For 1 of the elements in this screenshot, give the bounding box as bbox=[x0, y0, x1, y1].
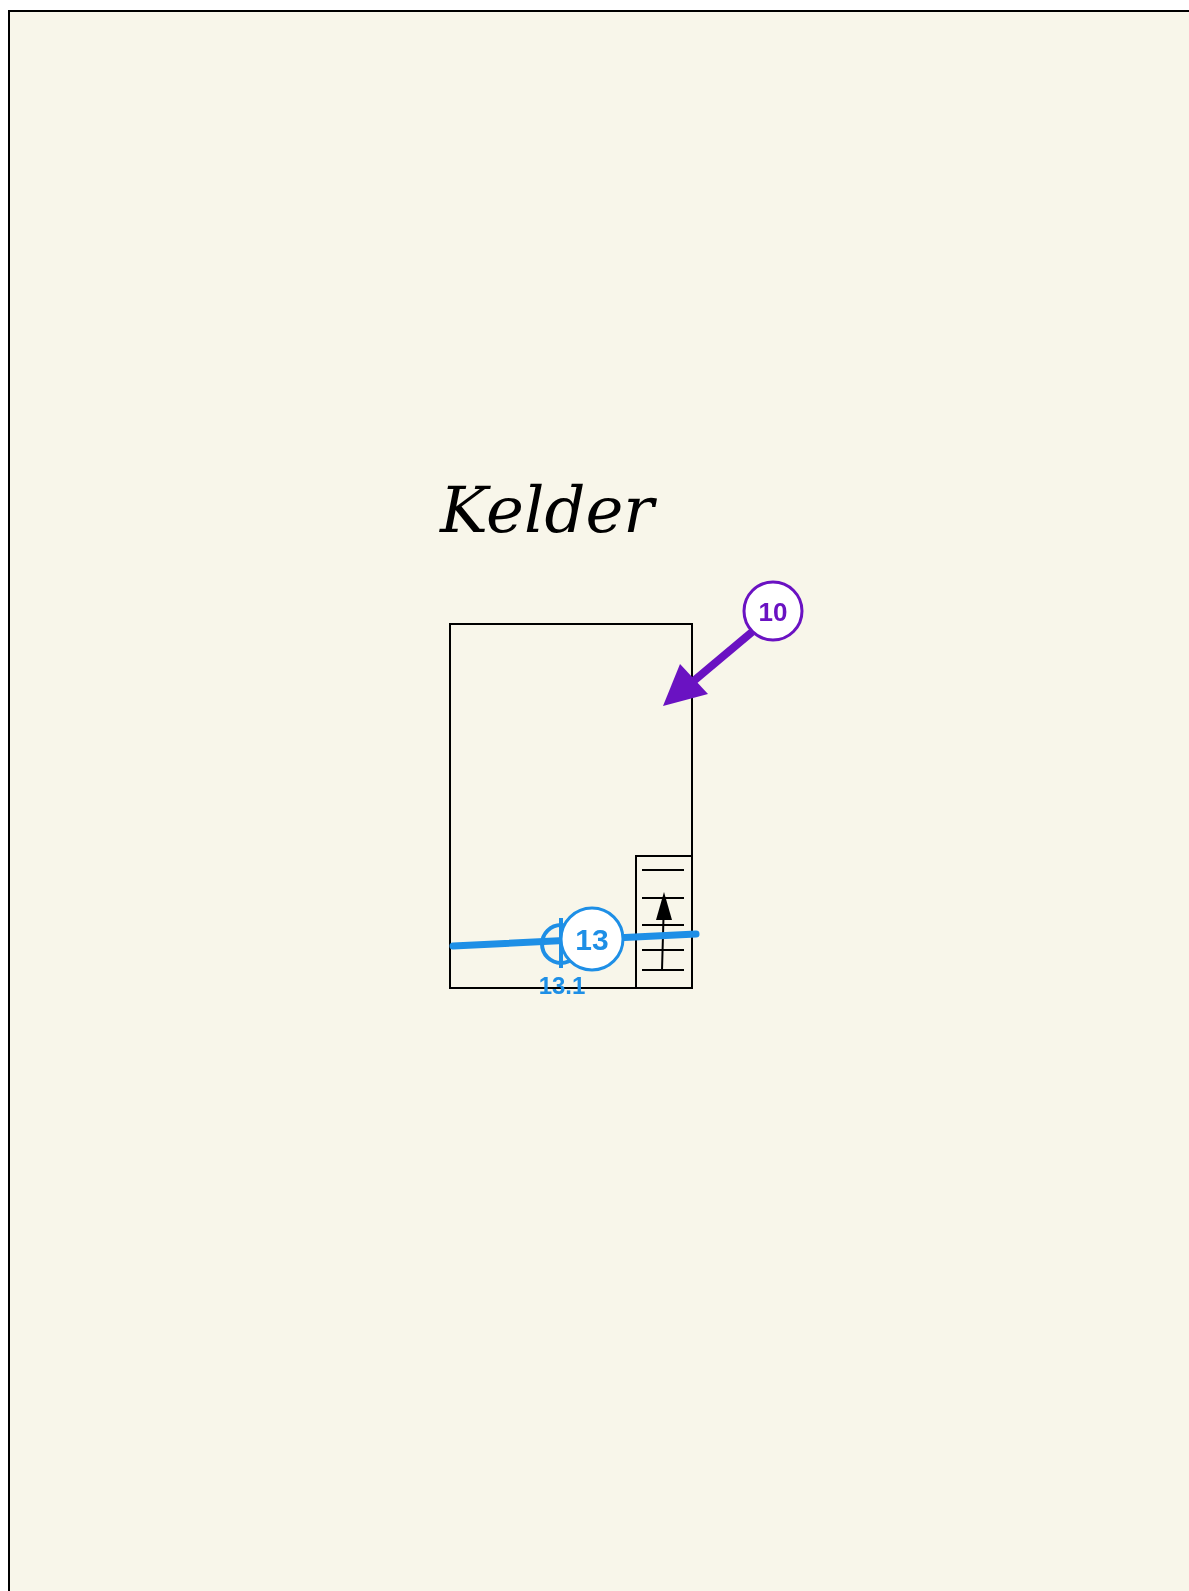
number-marker[interactable]: 10 bbox=[742, 580, 804, 642]
